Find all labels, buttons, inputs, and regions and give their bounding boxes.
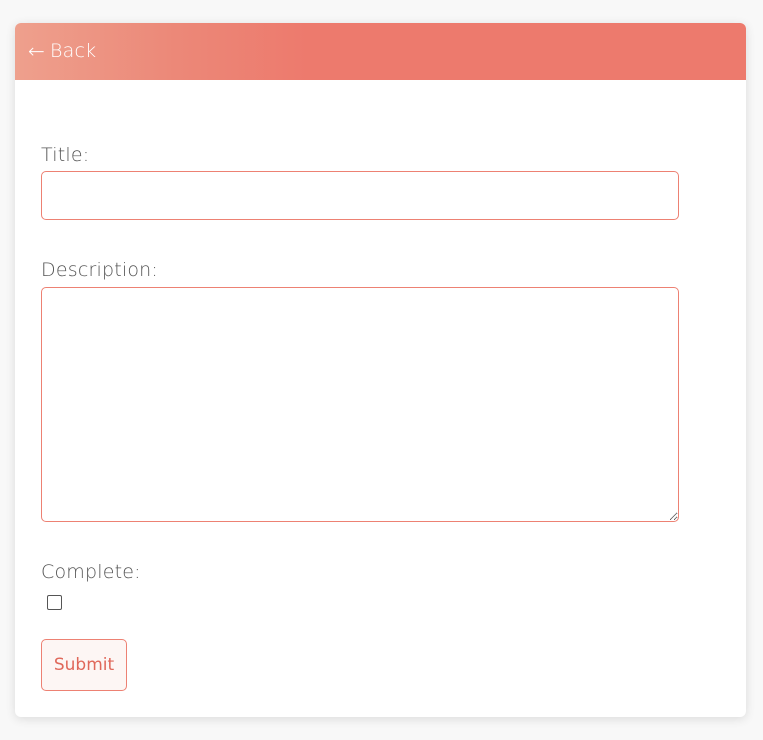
description-textarea[interactable] [41,287,679,522]
arrow-left-icon: ← [28,39,45,63]
back-link[interactable]: ← Back [28,38,96,64]
card-header: ← Back [15,23,746,80]
title-input[interactable] [41,171,679,220]
submit-button[interactable]: Submit [41,639,127,691]
form-card: ← Back Title: Description: Complete: Sub… [15,23,746,717]
description-label: Description: [41,259,159,281]
complete-label: Complete: [41,561,141,583]
complete-checkbox[interactable] [47,595,62,610]
title-label: Title: [41,144,90,166]
back-label: Back [49,40,97,62]
